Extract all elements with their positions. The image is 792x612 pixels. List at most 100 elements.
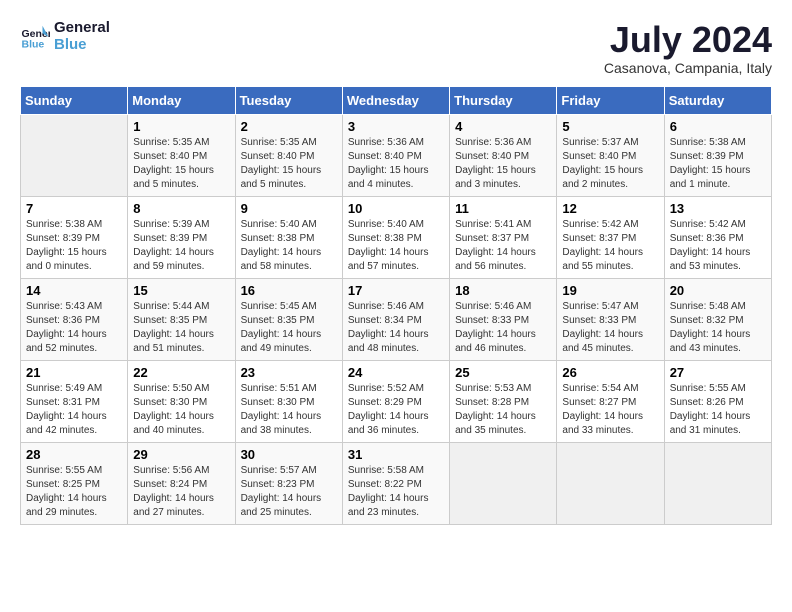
weekday-header: Sunday: [21, 86, 128, 114]
day-number: 10: [348, 201, 444, 216]
day-number: 14: [26, 283, 122, 298]
day-info: Sunrise: 5:57 AM Sunset: 8:23 PM Dayligh…: [241, 464, 337, 520]
calendar-cell: 20 Sunrise: 5:48 AM Sunset: 8:32 PM Dayli…: [664, 278, 771, 360]
day-number: 8: [133, 201, 229, 216]
calendar-cell: 9Sunrise: 5:40 AM Sunset: 8:38 PM Daylig…: [235, 196, 342, 278]
day-number: 6: [670, 119, 766, 134]
day-info: Sunrise: 5:55 AM Sunset: 8:25 PM Dayligh…: [26, 464, 122, 520]
day-info: Sunrise: 5:56 AM Sunset: 8:24 PM Dayligh…: [133, 464, 229, 520]
day-number: 21: [26, 365, 122, 380]
calendar-cell: [450, 442, 557, 524]
calendar-cell: 3 Sunrise: 5:36 AM Sunset: 8:40 PM Daylig…: [342, 114, 449, 196]
day-info: Sunrise: 5:42 AM Sunset: 8:36 PM Dayligh…: [670, 218, 766, 274]
calendar-cell: 22 Sunrise: 5:50 AM Sunset: 8:30 PM Dayli…: [128, 360, 235, 442]
day-number: 22: [133, 365, 229, 380]
day-number: 23: [241, 365, 337, 380]
calendar-cell: 27Sunrise: 5:55 AM Sunset: 8:26 PM Dayli…: [664, 360, 771, 442]
day-number: 28: [26, 447, 122, 462]
day-info: Sunrise: 5:52 AM Sunset: 8:29 PM Dayligh…: [348, 382, 444, 438]
day-info: Sunrise: 5:55 AM Sunset: 8:26 PM Dayligh…: [670, 382, 766, 438]
day-info: Sunrise: 5:54 AM Sunset: 8:27 PM Dayligh…: [562, 382, 658, 438]
weekday-header: Monday: [128, 86, 235, 114]
calendar-header-row: SundayMondayTuesdayWednesdayThursdayFrid…: [21, 86, 772, 114]
day-number: 18: [455, 283, 551, 298]
day-info: Sunrise: 5:53 AM Sunset: 8:28 PM Dayligh…: [455, 382, 551, 438]
day-number: 3: [348, 119, 444, 134]
day-info: Sunrise: 5:45 AM Sunset: 8:35 PM Dayligh…: [241, 300, 337, 356]
day-info: Sunrise: 5:36 AM Sunset: 8:40 PM Dayligh…: [348, 136, 444, 192]
day-info: Sunrise: 5:41 AM Sunset: 8:37 PM Dayligh…: [455, 218, 551, 274]
calendar-week-row: 14 Sunrise: 5:43 AM Sunset: 8:36 PM Dayli…: [21, 278, 772, 360]
calendar-cell: 26Sunrise: 5:54 AM Sunset: 8:27 PM Dayli…: [557, 360, 664, 442]
day-number: 15: [133, 283, 229, 298]
day-number: 2: [241, 119, 337, 134]
calendar-cell: 28 Sunrise: 5:55 AM Sunset: 8:25 PM Dayli…: [21, 442, 128, 524]
calendar-cell: 12Sunrise: 5:42 AM Sunset: 8:37 PM Dayli…: [557, 196, 664, 278]
calendar-cell: 13 Sunrise: 5:42 AM Sunset: 8:36 PM Dayli…: [664, 196, 771, 278]
day-number: 13: [670, 201, 766, 216]
calendar-cell: 21 Sunrise: 5:49 AM Sunset: 8:31 PM Dayli…: [21, 360, 128, 442]
calendar-week-row: 28 Sunrise: 5:55 AM Sunset: 8:25 PM Dayli…: [21, 442, 772, 524]
day-number: 30: [241, 447, 337, 462]
calendar-cell: 1 Sunrise: 5:35 AM Sunset: 8:40 PM Daylig…: [128, 114, 235, 196]
calendar-cell: 5Sunrise: 5:37 AM Sunset: 8:40 PM Daylig…: [557, 114, 664, 196]
logo: General Blue General Blue: [20, 20, 110, 53]
weekday-header: Thursday: [450, 86, 557, 114]
day-info: Sunrise: 5:39 AM Sunset: 8:39 PM Dayligh…: [133, 218, 229, 274]
calendar-cell: [664, 442, 771, 524]
day-number: 31: [348, 447, 444, 462]
weekday-header: Wednesday: [342, 86, 449, 114]
day-info: Sunrise: 5:46 AM Sunset: 8:34 PM Dayligh…: [348, 300, 444, 356]
calendar-cell: 17 Sunrise: 5:46 AM Sunset: 8:34 PM Dayli…: [342, 278, 449, 360]
calendar-cell: [21, 114, 128, 196]
logo-icon: General Blue: [20, 22, 50, 52]
calendar-cell: 29 Sunrise: 5:56 AM Sunset: 8:24 PM Dayli…: [128, 442, 235, 524]
day-number: 19: [562, 283, 658, 298]
logo-line2: Blue: [54, 37, 110, 54]
day-info: Sunrise: 5:43 AM Sunset: 8:36 PM Dayligh…: [26, 300, 122, 356]
day-number: 1: [133, 119, 229, 134]
calendar-cell: 2 Sunrise: 5:35 AM Sunset: 8:40 PM Daylig…: [235, 114, 342, 196]
calendar-cell: 7 Sunrise: 5:38 AM Sunset: 8:39 PM Daylig…: [21, 196, 128, 278]
day-number: 29: [133, 447, 229, 462]
day-info: Sunrise: 5:40 AM Sunset: 8:38 PM Dayligh…: [241, 218, 337, 274]
calendar-cell: 8 Sunrise: 5:39 AM Sunset: 8:39 PM Daylig…: [128, 196, 235, 278]
calendar-cell: 24 Sunrise: 5:52 AM Sunset: 8:29 PM Dayli…: [342, 360, 449, 442]
day-info: Sunrise: 5:40 AM Sunset: 8:38 PM Dayligh…: [348, 218, 444, 274]
weekday-header: Saturday: [664, 86, 771, 114]
calendar-cell: 30 Sunrise: 5:57 AM Sunset: 8:23 PM Dayli…: [235, 442, 342, 524]
day-info: Sunrise: 5:36 AM Sunset: 8:40 PM Dayligh…: [455, 136, 551, 192]
calendar-cell: 4Sunrise: 5:36 AM Sunset: 8:40 PM Daylig…: [450, 114, 557, 196]
calendar-cell: 23 Sunrise: 5:51 AM Sunset: 8:30 PM Dayli…: [235, 360, 342, 442]
day-number: 20: [670, 283, 766, 298]
logo-line1: General: [54, 20, 110, 37]
day-number: 7: [26, 201, 122, 216]
svg-text:Blue: Blue: [22, 38, 45, 50]
calendar-cell: 25Sunrise: 5:53 AM Sunset: 8:28 PM Dayli…: [450, 360, 557, 442]
calendar-cell: 18Sunrise: 5:46 AM Sunset: 8:33 PM Dayli…: [450, 278, 557, 360]
calendar-cell: 19 Sunrise: 5:47 AM Sunset: 8:33 PM Dayli…: [557, 278, 664, 360]
calendar-cell: 11Sunrise: 5:41 AM Sunset: 8:37 PM Dayli…: [450, 196, 557, 278]
day-number: 24: [348, 365, 444, 380]
day-info: Sunrise: 5:37 AM Sunset: 8:40 PM Dayligh…: [562, 136, 658, 192]
day-info: Sunrise: 5:47 AM Sunset: 8:33 PM Dayligh…: [562, 300, 658, 356]
calendar-cell: 16Sunrise: 5:45 AM Sunset: 8:35 PM Dayli…: [235, 278, 342, 360]
day-info: Sunrise: 5:35 AM Sunset: 8:40 PM Dayligh…: [241, 136, 337, 192]
page-header: General Blue General Blue July 2024 Casa…: [20, 20, 772, 76]
day-info: Sunrise: 5:50 AM Sunset: 8:30 PM Dayligh…: [133, 382, 229, 438]
day-info: Sunrise: 5:51 AM Sunset: 8:30 PM Dayligh…: [241, 382, 337, 438]
day-info: Sunrise: 5:58 AM Sunset: 8:22 PM Dayligh…: [348, 464, 444, 520]
calendar-week-row: 21 Sunrise: 5:49 AM Sunset: 8:31 PM Dayli…: [21, 360, 772, 442]
calendar-cell: 31 Sunrise: 5:58 AM Sunset: 8:22 PM Dayli…: [342, 442, 449, 524]
day-info: Sunrise: 5:48 AM Sunset: 8:32 PM Dayligh…: [670, 300, 766, 356]
title-block: July 2024 Casanova, Campania, Italy: [604, 20, 772, 76]
day-number: 17: [348, 283, 444, 298]
day-info: Sunrise: 5:35 AM Sunset: 8:40 PM Dayligh…: [133, 136, 229, 192]
day-info: Sunrise: 5:49 AM Sunset: 8:31 PM Dayligh…: [26, 382, 122, 438]
calendar-table: SundayMondayTuesdayWednesdayThursdayFrid…: [20, 86, 772, 525]
calendar-week-row: 1 Sunrise: 5:35 AM Sunset: 8:40 PM Daylig…: [21, 114, 772, 196]
day-number: 12: [562, 201, 658, 216]
day-info: Sunrise: 5:44 AM Sunset: 8:35 PM Dayligh…: [133, 300, 229, 356]
day-info: Sunrise: 5:38 AM Sunset: 8:39 PM Dayligh…: [26, 218, 122, 274]
calendar-week-row: 7 Sunrise: 5:38 AM Sunset: 8:39 PM Daylig…: [21, 196, 772, 278]
